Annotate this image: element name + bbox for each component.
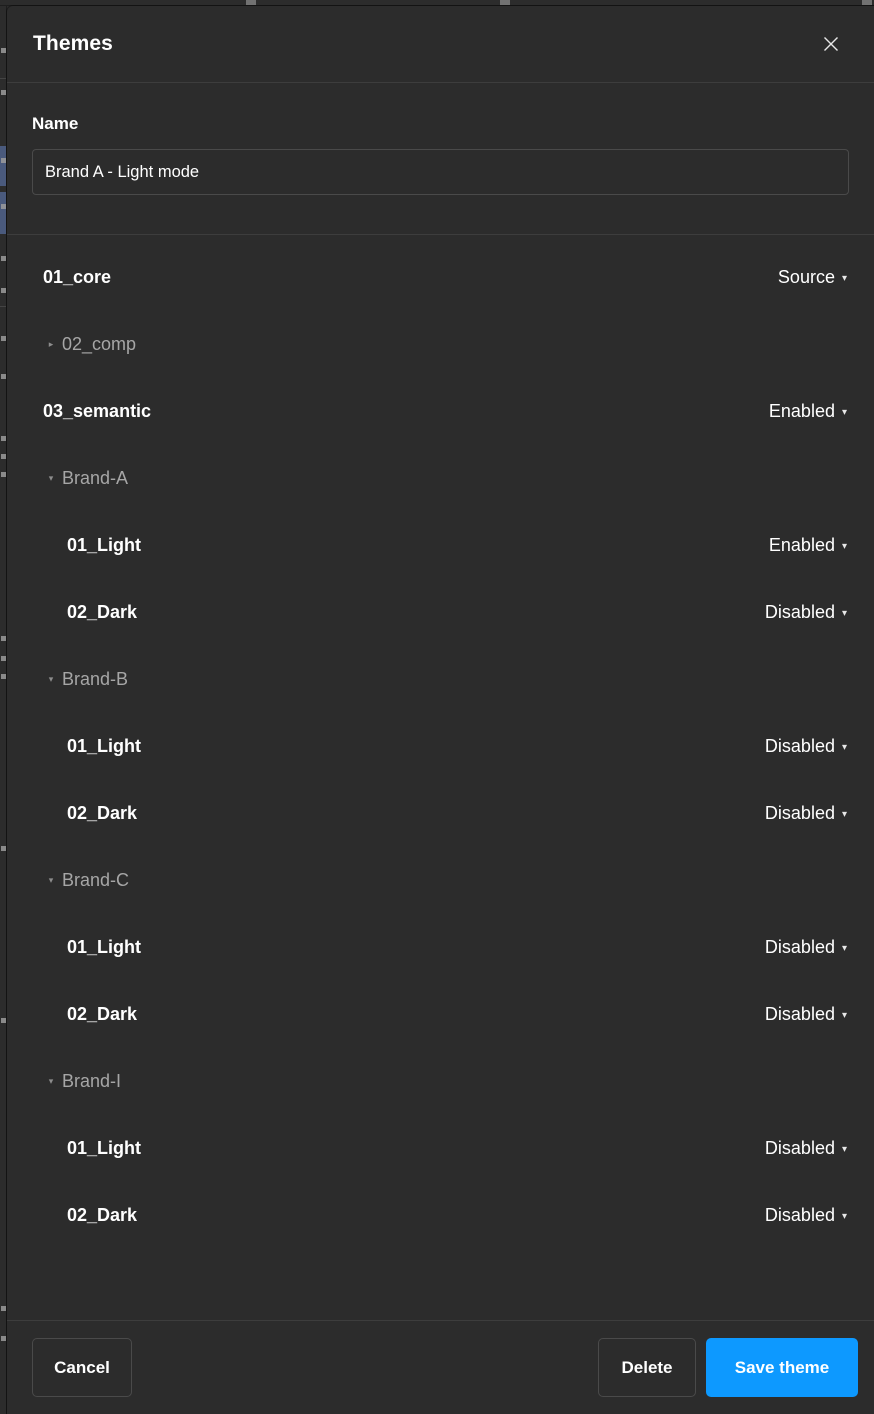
dialog-footer: Cancel Delete Save theme [7, 1320, 874, 1414]
chevron-right-icon[interactable]: ▸ [43, 340, 59, 349]
close-icon[interactable] [814, 27, 848, 61]
theme-name-input[interactable] [32, 149, 849, 195]
background-left-panel [0, 6, 7, 1414]
collection-item-row[interactable]: 02_Dark Disabled ▾ [7, 981, 874, 1048]
collection-label: 01_Light [67, 736, 142, 756]
collection-label: Brand-A [62, 468, 129, 488]
collection-status-label: Disabled [764, 602, 835, 622]
background-toolbar-icon [246, 0, 256, 5]
chevron-down-icon: ▾ [841, 406, 847, 418]
background-toolbar-icon [862, 0, 872, 5]
collection-item-row[interactable]: 01_Light Disabled ▾ [7, 713, 874, 780]
collection-status-dropdown[interactable]: Disabled ▾ [765, 736, 847, 757]
collection-label: 02_Dark [67, 602, 138, 622]
collection-status-label: Disabled [764, 1138, 835, 1158]
dialog-header: Themes [7, 6, 874, 83]
collection-status-label: Source [777, 267, 835, 287]
chevron-down-icon[interactable]: ▾ [43, 474, 59, 483]
chevron-down-icon: ▾ [841, 1009, 847, 1021]
collection-label: 03_semantic [43, 401, 152, 421]
collection-status-label: Disabled [764, 803, 835, 823]
collection-status-dropdown[interactable]: Disabled ▾ [765, 1004, 847, 1025]
collection-status-dropdown[interactable]: Disabled ▾ [765, 602, 847, 623]
chevron-down-icon: ▾ [841, 607, 847, 619]
themes-dialog: Themes Name 01_coreSource▾▸02_comp03_sem… [7, 6, 874, 1414]
collection-status-dropdown[interactable]: Disabled ▾ [765, 1205, 847, 1226]
collection-label: 02_comp [62, 334, 137, 354]
collection-status-dropdown[interactable]: Enabled ▾ [769, 401, 847, 422]
chevron-down-icon: ▾ [841, 540, 847, 552]
collection-label: Brand-B [62, 669, 129, 689]
collection-status-dropdown[interactable]: Disabled ▾ [765, 1138, 847, 1159]
collection-label: 01_core [43, 267, 112, 287]
collection-group-row[interactable]: ▾ Brand-A [7, 445, 874, 512]
collection-status-dropdown[interactable]: Enabled ▾ [769, 535, 847, 556]
background-toolbar-icon [500, 0, 510, 5]
chevron-down-icon[interactable]: ▾ [43, 1077, 59, 1086]
collection-group-row[interactable]: ▾ Brand-C [7, 847, 874, 914]
collection-status-label: Enabled [768, 535, 835, 555]
collection-item-row[interactable]: 01_Light Disabled ▾ [7, 914, 874, 981]
cancel-button[interactable]: Cancel [32, 1338, 132, 1397]
chevron-down-icon: ▾ [841, 1210, 847, 1222]
collection-group-row[interactable]: ▾ Brand-I [7, 1048, 874, 1115]
collection-label: Brand-I [62, 1071, 122, 1091]
collection-list[interactable]: 01_core Source ▾ ▸ 02_comp 03_semantic Enabled… [7, 235, 874, 1320]
background-panel-divider [0, 78, 6, 79]
chevron-down-icon[interactable]: ▾ [43, 876, 59, 885]
delete-button[interactable]: Delete [598, 1338, 696, 1397]
dialog-title: Themes [33, 32, 113, 55]
save-theme-button[interactable]: Save theme [706, 1338, 858, 1397]
collection-item-row[interactable]: 02_Dark Disabled ▾ [7, 579, 874, 646]
collection-label: 01_Light [67, 535, 142, 555]
collection-status-dropdown[interactable]: Source ▾ [778, 267, 847, 288]
chevron-down-icon: ▾ [841, 1143, 847, 1155]
background-panel-selected-row [0, 192, 6, 234]
collection-status-label: Disabled [764, 1004, 835, 1024]
collection-status-label: Enabled [768, 401, 835, 421]
background-panel-divider [0, 306, 6, 307]
collection-group-row[interactable]: ▾ Brand-B [7, 646, 874, 713]
collection-label: 02_Dark [67, 1205, 138, 1225]
collection-status-dropdown[interactable]: Disabled ▾ [765, 937, 847, 958]
collection-label: 01_Light [67, 937, 142, 957]
collection-label: 02_Dark [67, 803, 138, 823]
chevron-down-icon: ▾ [841, 272, 847, 284]
collection-status-label: Disabled [764, 937, 835, 957]
collection-label: 02_Dark [67, 1004, 138, 1024]
collection-item-row[interactable]: 01_core Source ▾ [7, 244, 874, 311]
collection-group-row[interactable]: ▸ 02_comp [7, 311, 874, 378]
name-label: Name [32, 114, 79, 133]
collection-item-row[interactable]: 02_Dark Disabled ▾ [7, 1182, 874, 1249]
background-panel-selected-row [0, 146, 6, 186]
collection-item-row[interactable]: 01_Light Disabled ▾ [7, 1115, 874, 1182]
collection-item-row[interactable]: 01_Light Enabled ▾ [7, 512, 874, 579]
collection-status-dropdown[interactable]: Disabled ▾ [765, 803, 847, 824]
chevron-down-icon: ▾ [841, 741, 847, 753]
collection-label: 01_Light [67, 1138, 142, 1158]
collection-label: Brand-C [62, 870, 130, 890]
collection-status-label: Disabled [764, 736, 835, 756]
name-section: Name [7, 83, 874, 235]
chevron-down-icon[interactable]: ▾ [43, 675, 59, 684]
collection-status-label: Disabled [764, 1205, 835, 1225]
chevron-down-icon: ▾ [841, 942, 847, 954]
chevron-down-icon: ▾ [841, 808, 847, 820]
collection-item-row[interactable]: 03_semantic Enabled ▾ [7, 378, 874, 445]
collection-item-row[interactable]: 02_Dark Disabled ▾ [7, 780, 874, 847]
